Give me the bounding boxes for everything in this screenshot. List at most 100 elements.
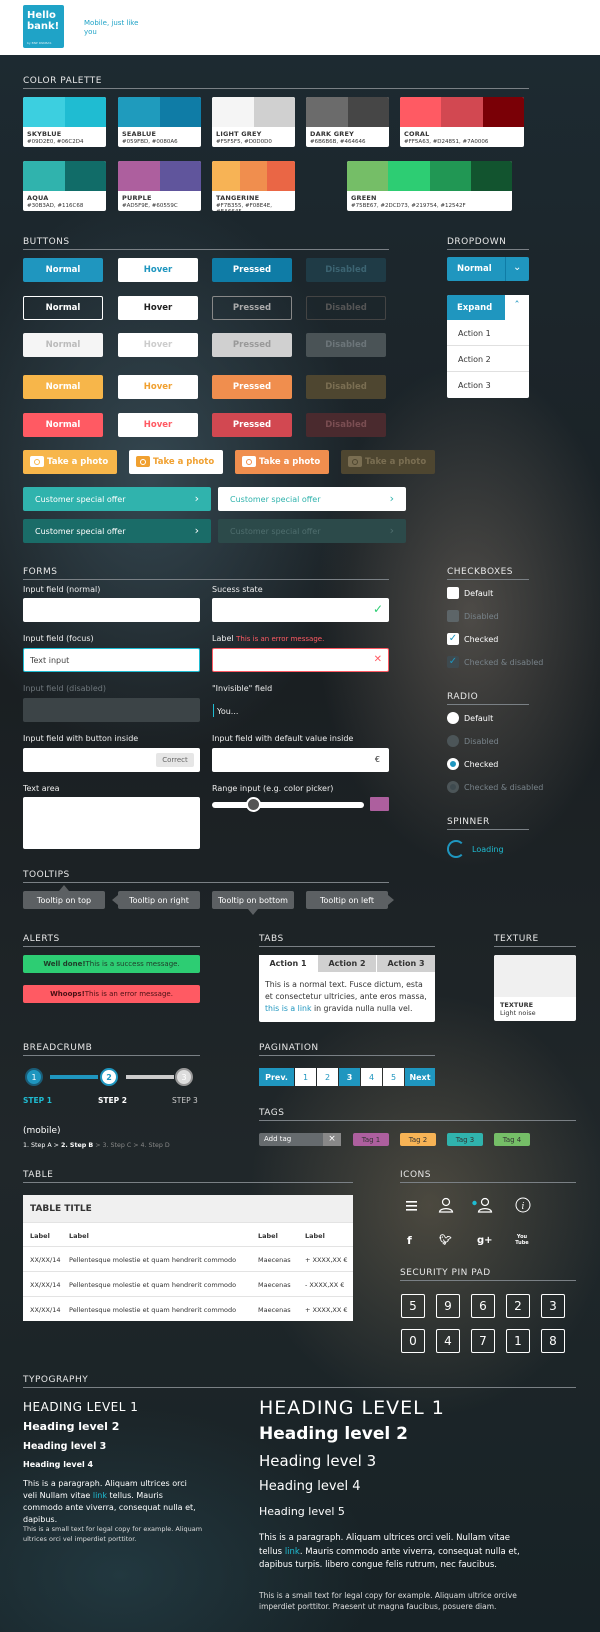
offer-button-hover[interactable]: Customer special offer › [218,487,406,511]
breadcrumb-step-3[interactable]: 3 [175,1068,193,1086]
column-header[interactable]: Label [258,1232,278,1240]
pin-key[interactable]: 8 [541,1329,565,1353]
tag-item[interactable]: Tag 4 [494,1133,530,1146]
tab-action-1[interactable]: Action 1 [259,955,317,972]
logo[interactable]: Hello bank! by BNP PARIBAS [23,5,64,48]
pin-key[interactable]: 1 [506,1329,530,1353]
input-with-button[interactable]: Correct [23,748,200,772]
range-thumb[interactable] [246,797,261,812]
user-icon[interactable] [438,1197,454,1213]
take-photo-button-pressed[interactable]: Take a photo [235,450,329,474]
menu-icon[interactable] [405,1199,419,1213]
tag-item[interactable]: Tag 3 [447,1133,483,1146]
tab-action-3[interactable]: Action 3 [377,955,435,972]
checkbox-checked[interactable]: ✓ [447,633,459,645]
tab-action-2[interactable]: Action 2 [318,955,376,972]
dropdown-item[interactable]: Action 1 [458,329,491,338]
pin-key[interactable]: 9 [436,1294,460,1318]
dropdown-item[interactable]: Action 3 [458,381,491,390]
offer-button-pressed[interactable]: Customer special offer › [23,519,211,543]
grey-button-hover[interactable]: Hover [118,333,198,357]
close-icon[interactable]: × [323,1133,341,1146]
range-track[interactable] [212,802,364,808]
pin-key[interactable]: 4 [436,1329,460,1353]
breadcrumb-line-todo [126,1075,174,1079]
color-swatch[interactable] [370,797,389,811]
coral-button-pressed[interactable]: Pressed [212,413,292,437]
dropdown-item[interactable]: Action 2 [458,355,491,364]
coral-button-hover[interactable]: Hover [118,413,198,437]
swatch-color [118,97,160,127]
youtube-icon[interactable]: You Tube [515,1234,529,1246]
swatch-name: TANGERINE [216,194,260,202]
column-header[interactable]: Label [305,1232,325,1240]
tangerine-button-normal[interactable]: Normal [23,375,103,399]
blue-button-hover[interactable]: Hover [118,258,198,282]
column-header[interactable]: Label [69,1232,89,1240]
crumb-done[interactable]: 1. Step A > [23,1142,61,1149]
table-cell: + XXXX,XX € [305,1306,348,1314]
pagination-page[interactable]: 5 [383,1068,404,1086]
tab-link[interactable]: this is a link [265,1004,311,1013]
take-photo-button-hover[interactable]: Take a photo [129,450,223,474]
paragraph-link[interactable]: link [93,1491,107,1500]
pin-key[interactable]: 3 [541,1294,565,1318]
section-title-texture: TEXTURE [494,934,539,944]
breadcrumb-step-1[interactable]: 1 [25,1068,43,1086]
pagination-page[interactable]: 1 [295,1068,316,1086]
checkbox-default[interactable] [447,587,459,599]
tooltip-right: Tooltip on right [118,891,200,909]
coral-button-normal[interactable]: Normal [23,413,103,437]
table-row[interactable]: XX/XX/14 Pellentesque molestie et quam he… [23,1271,353,1296]
blue-button-normal[interactable]: Normal [23,258,103,282]
radio-default[interactable] [447,712,459,724]
info-icon[interactable]: i [515,1197,531,1213]
input-success[interactable]: ✓ [212,598,389,622]
pin-key[interactable]: 7 [471,1329,495,1353]
field-label: Input field (normal) [23,585,101,594]
pin-key[interactable]: 6 [471,1294,495,1318]
pagination-page[interactable]: 2 [317,1068,338,1086]
blue-button-pressed[interactable]: Pressed [212,258,292,282]
radio-checked[interactable] [447,758,459,770]
column-header[interactable]: Label [30,1232,50,1240]
outline-button-pressed[interactable]: Pressed [212,296,292,320]
input-normal[interactable] [23,598,200,622]
correct-button[interactable]: Correct [156,753,194,767]
tag-item[interactable]: Tag 1 [353,1133,389,1146]
outline-button-normal[interactable]: Normal [23,296,103,320]
breadcrumb-step-2[interactable]: 2 [100,1068,118,1086]
facebook-icon[interactable]: f [407,1234,412,1247]
pin-key[interactable]: 2 [506,1294,530,1318]
offer-button-normal[interactable]: Customer special offer › [23,487,211,511]
pagination-page-active[interactable]: 3 [339,1068,360,1086]
tangerine-button-hover[interactable]: Hover [118,375,198,399]
take-photo-button-normal[interactable]: Take a photo [23,450,117,474]
pagination-page[interactable]: 4 [361,1068,382,1086]
table-row[interactable]: XX/XX/14 Pellentesque molestie et quam he… [23,1296,353,1321]
dropdown-normal[interactable]: Normal ⌄ [447,257,529,281]
pin-key[interactable]: 5 [401,1294,425,1318]
tangerine-button-pressed[interactable]: Pressed [212,375,292,399]
input-default-value[interactable]: € [212,748,389,772]
table-row[interactable]: XX/XX/14 Pellentesque molestie et quam he… [23,1246,353,1271]
pagination-next[interactable]: Next [405,1068,435,1086]
pagination-prev[interactable]: Prev. [259,1068,294,1086]
input-focus[interactable]: Text input [23,648,200,672]
twitter-icon[interactable]: 🐦︎ [439,1235,452,1246]
swatch-color [118,161,160,191]
grey-button-pressed[interactable]: Pressed [212,333,292,357]
outline-button-hover[interactable]: Hover [118,296,198,320]
textarea[interactable] [23,797,200,849]
input-error[interactable]: ✕ [212,648,389,672]
invisible-input[interactable]: You... [217,707,238,716]
color-swatch-dark-grey: DARK GREY #6B6B6B, #464646 [306,97,389,147]
dropdown-expanded[interactable]: Expand ˆ Action 1 Action 2 Action 3 [447,295,529,398]
tag-item[interactable]: Tag 2 [400,1133,436,1146]
grey-button-normal[interactable]: Normal [23,333,103,357]
google-plus-icon[interactable]: g+ [477,1235,493,1246]
user-notification-icon[interactable] [472,1197,494,1213]
add-tag-input[interactable]: Add tag × [259,1133,341,1146]
pin-key[interactable]: 0 [401,1329,425,1353]
paragraph-link[interactable]: link [285,1547,300,1557]
